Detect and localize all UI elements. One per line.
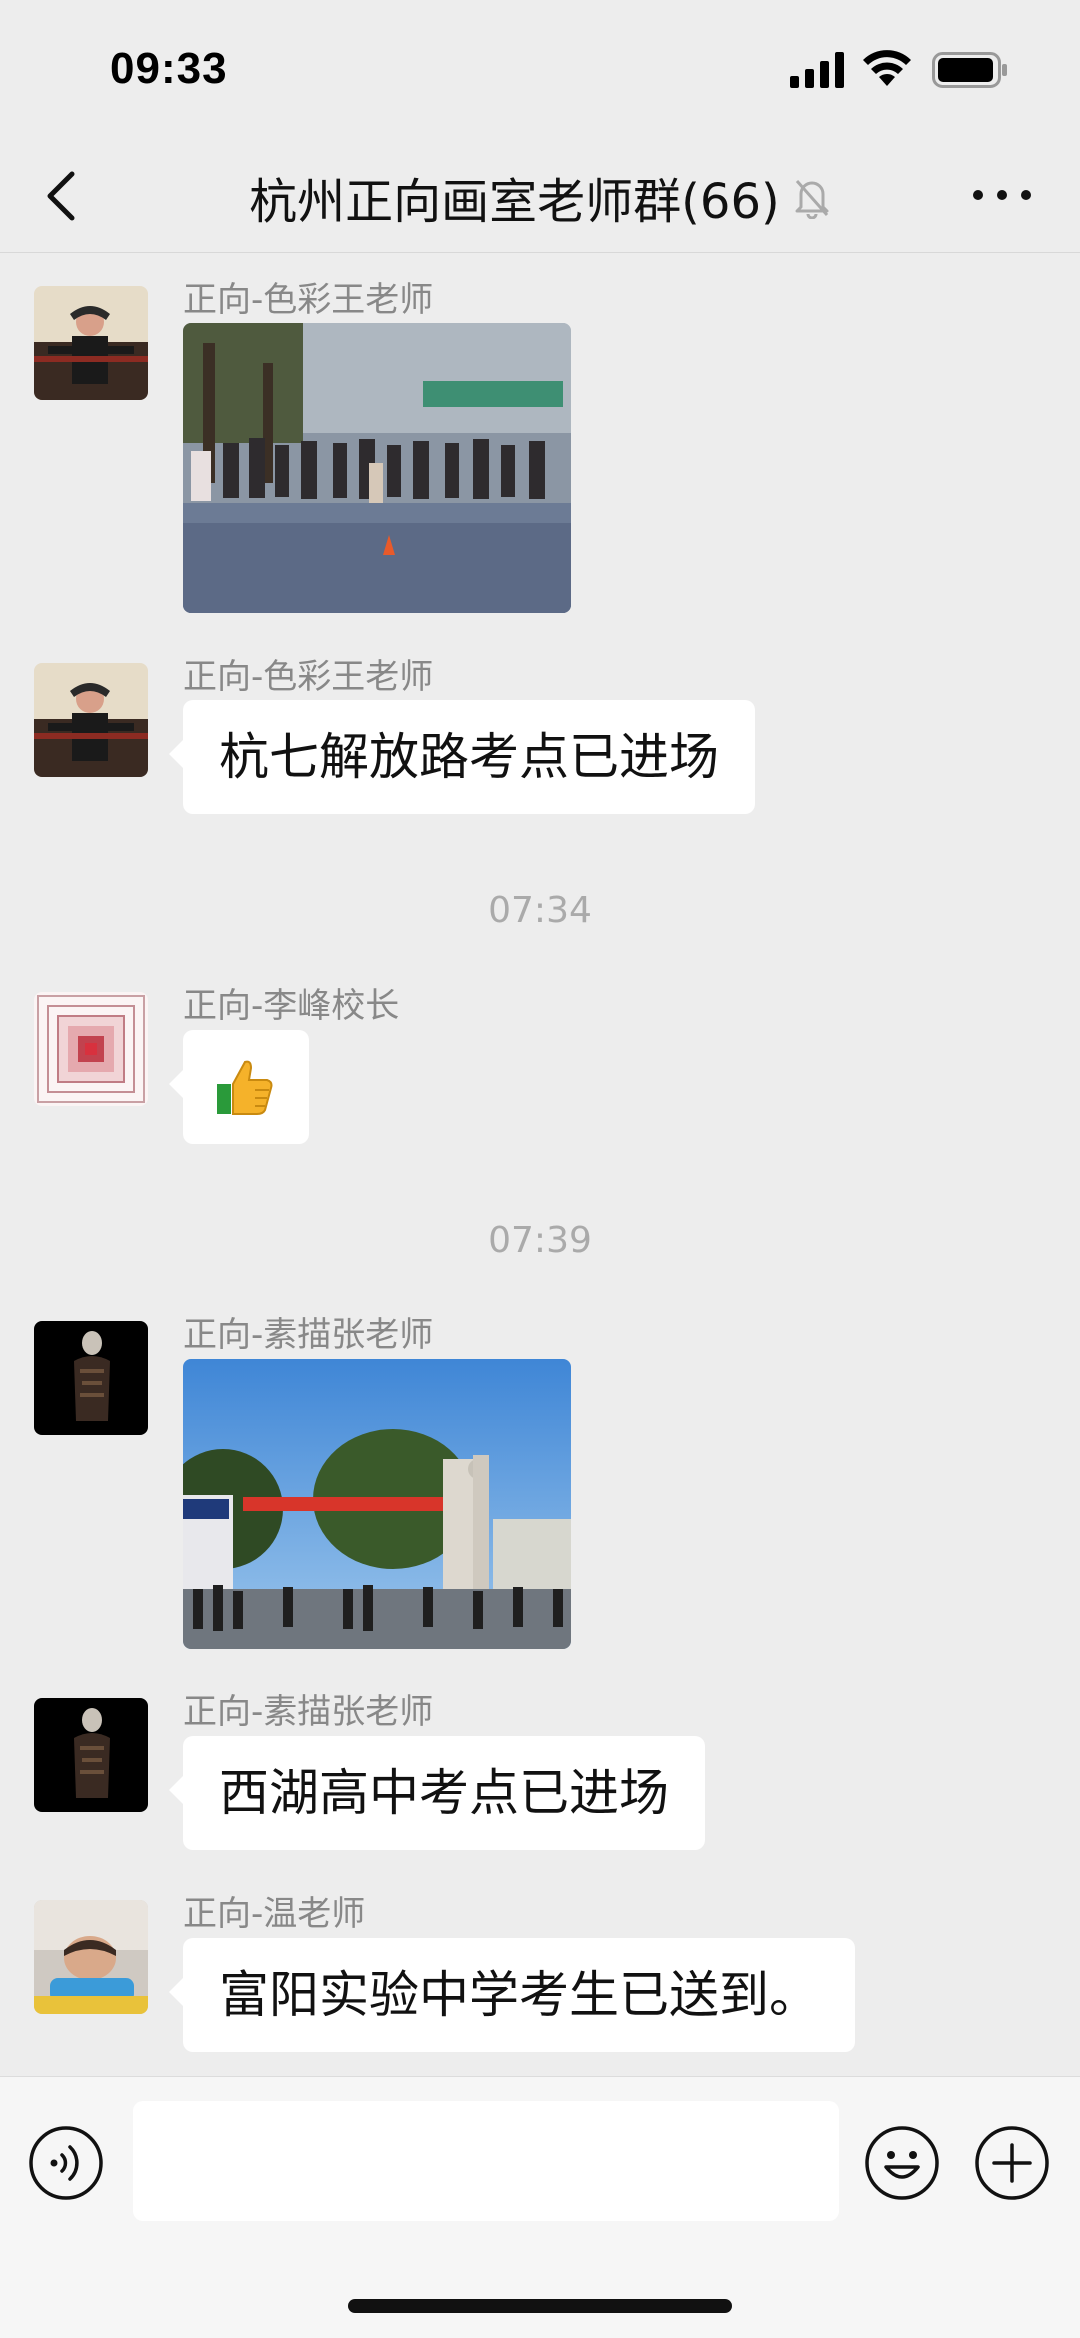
text-bubble[interactable]: 西湖高中考点已进场 bbox=[169, 1736, 705, 1850]
chat-title-area: 杭州正向画室老师群(66) bbox=[0, 162, 1080, 232]
voice-icon[interactable] bbox=[28, 2125, 104, 2201]
image-message[interactable] bbox=[183, 323, 571, 613]
sender-name: 正向-温老师 bbox=[183, 1894, 366, 1934]
battery-icon bbox=[932, 52, 1007, 88]
wifi-icon bbox=[863, 50, 911, 86]
sender-name: 正向-色彩王老师 bbox=[183, 280, 434, 320]
sender-name: 正向-素描张老师 bbox=[183, 1692, 434, 1732]
message-input[interactable] bbox=[133, 2101, 839, 2221]
sender-name: 正向-素描张老师 bbox=[183, 1315, 434, 1355]
avatar[interactable] bbox=[34, 286, 148, 400]
smiley-icon[interactable] bbox=[864, 2125, 940, 2201]
sender-name: 正向-色彩王老师 bbox=[183, 657, 434, 697]
text-bubble[interactable]: 富阳实验中学考生已送到。 bbox=[169, 1938, 855, 2052]
thumbs-up-icon bbox=[217, 1060, 273, 1115]
chat-title: 杭州正向画室老师群(66) bbox=[249, 174, 780, 230]
avatar[interactable] bbox=[34, 1698, 148, 1812]
avatar[interactable] bbox=[34, 1321, 148, 1435]
status-bar: 09:33 bbox=[0, 0, 1080, 140]
cellular-signal-icon bbox=[790, 52, 844, 88]
more-dots-icon[interactable] bbox=[970, 180, 1034, 210]
home-indicator bbox=[348, 2299, 732, 2313]
sender-name: 正向-李峰校长 bbox=[183, 986, 400, 1026]
image-message[interactable] bbox=[183, 1359, 571, 1649]
time-separator: 07:39 bbox=[488, 1220, 592, 1261]
bell-off-icon bbox=[795, 180, 829, 219]
avatar[interactable] bbox=[34, 992, 148, 1106]
avatar[interactable] bbox=[34, 1900, 148, 2014]
text-bubble[interactable]: 杭七解放路考点已进场 bbox=[169, 700, 755, 814]
time-separator: 07:34 bbox=[488, 890, 592, 931]
nav-bar: 杭州正向画室老师群(66) bbox=[0, 140, 1080, 253]
plus-circle-icon[interactable] bbox=[974, 2125, 1050, 2201]
status-time: 09:33 bbox=[110, 44, 228, 93]
avatar[interactable] bbox=[34, 663, 148, 777]
emoji-bubble[interactable] bbox=[169, 1030, 309, 1144]
